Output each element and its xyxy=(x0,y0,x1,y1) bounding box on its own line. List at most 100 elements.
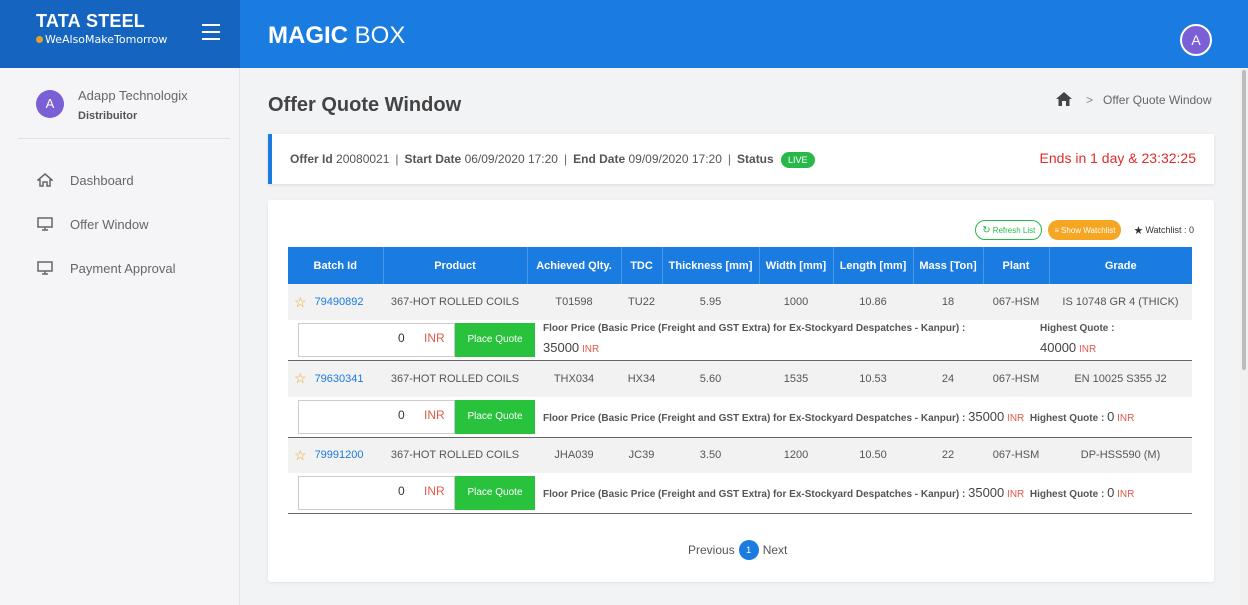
sidebar-item-payment-approval[interactable]: Payment Approval xyxy=(36,256,176,280)
thickness-cell: 3.50 xyxy=(662,437,759,473)
sidebar: A Adapp Technologix Distribuitor Dashboa… xyxy=(0,68,240,605)
top-bar: TATA STEEL WeAlsoMakeTomorrow MAGIC BOX … xyxy=(0,0,1248,68)
chevron-right-icon: > xyxy=(1086,93,1094,107)
offer-info-bar: Offer Id 20080021 | Start Date 06/09/2020 … xyxy=(268,134,1214,184)
batch-id-link[interactable]: 79991200 xyxy=(315,449,364,461)
home-icon xyxy=(36,171,54,189)
highest-quote-label: Highest Quote : xyxy=(1040,323,1115,334)
place-quote-button[interactable]: Place Quote xyxy=(455,323,535,357)
product-cell: 367-HOT ROLLED COILS xyxy=(383,360,527,397)
sidebar-item-label: Payment Approval xyxy=(70,260,176,276)
width-cell: 1535 xyxy=(759,360,833,397)
offer-id: 20080021 xyxy=(336,152,390,167)
product-cell: 367-HOT ROLLED COILS xyxy=(383,284,527,320)
refresh-icon: ↻ xyxy=(982,224,991,236)
table-row: ☆ 79991200 367-HOT ROLLED COILS JHA039 JC… xyxy=(288,437,1192,473)
grade-cell: EN 10025 S355 J2 xyxy=(1049,360,1192,397)
batch-id-link[interactable]: 79490892 xyxy=(315,296,364,308)
currency-label: INR xyxy=(424,331,445,345)
floor-price-line: Floor Price (Basic Price (Freight and GS… xyxy=(543,485,1135,500)
profile-avatar[interactable]: A xyxy=(1180,24,1212,56)
length-cell: 10.50 xyxy=(833,437,913,473)
monitor-icon xyxy=(36,259,54,277)
highest-quote-value: 40000 INR xyxy=(1040,340,1097,355)
column-header: Mass [Ton] xyxy=(913,247,984,284)
star-outline-icon[interactable]: ☆ xyxy=(294,370,307,387)
column-header: Width [mm] xyxy=(759,247,834,284)
page-number-button[interactable]: 1 xyxy=(738,540,759,560)
app-title: MAGIC BOX xyxy=(268,22,406,49)
place-quote-button[interactable]: Place Quote xyxy=(455,399,535,434)
quote-amount-value: 0 xyxy=(398,484,405,498)
breadcrumb-current: Offer Quote Window xyxy=(1103,93,1212,107)
qlty-cell: THX034 xyxy=(527,360,621,397)
quote-row: 0 INR Place Quote Floor Price (Basic Pri… xyxy=(288,320,1192,361)
length-cell: 10.53 xyxy=(833,360,913,397)
user-avatar: A xyxy=(36,90,64,118)
table-header-row: Batch Id Product Achieved Qlty. TDC Thic… xyxy=(288,247,1192,284)
sidebar-item-dashboard[interactable]: Dashboard xyxy=(36,168,134,192)
column-header: Plant xyxy=(983,247,1050,284)
sidebar-item-offer-window[interactable]: Offer Window xyxy=(36,212,149,236)
mass-cell: 18 xyxy=(913,284,983,320)
tdc-cell: HX34 xyxy=(621,360,662,397)
tdc-cell: TU22 xyxy=(621,284,662,320)
end-date: 09/09/2020 17:20 xyxy=(628,152,722,167)
currency-label: INR xyxy=(424,484,445,498)
sidebar-item-label: Offer Window xyxy=(70,216,149,232)
scrollbar-thumb[interactable] xyxy=(1242,70,1246,370)
countdown-timer: Ends in 1 day & 23:32:25 xyxy=(1039,150,1196,166)
length-cell: 10.86 xyxy=(833,284,913,320)
width-cell: 1200 xyxy=(759,437,833,473)
floor-price-line: Floor Price (Basic Price (Freight and GS… xyxy=(543,408,1135,424)
refresh-list-button[interactable]: ↻ Refresh List xyxy=(975,220,1043,240)
user-role: Distribuitor xyxy=(78,110,138,122)
sidebar-divider xyxy=(18,138,230,139)
column-header: Batch Id xyxy=(288,247,384,284)
status-badge: LIVE xyxy=(781,152,815,168)
show-watchlist-button[interactable]: ≡ Show Watchlist xyxy=(1048,220,1122,240)
list-actions: ↻ Refresh List ≡ Show Watchlist ★ Watchlist… xyxy=(975,220,1194,240)
thickness-cell: 5.60 xyxy=(662,360,759,397)
quote-row: 0 INR Place Quote Floor Price (Basic Pri… xyxy=(288,396,1192,438)
column-header: Achieved Qlty. xyxy=(527,247,622,284)
place-quote-button[interactable]: Place Quote xyxy=(455,476,535,510)
batch-id-link[interactable]: 79630341 xyxy=(315,373,364,385)
page-title: Offer Quote Window xyxy=(268,94,462,116)
star-outline-icon[interactable]: ☆ xyxy=(294,447,307,464)
qlty-cell: JHA039 xyxy=(527,437,621,473)
offer-details: Offer Id 20080021 | Start Date 06/09/2020 … xyxy=(290,152,815,168)
brand-logo: TATA STEEL xyxy=(36,11,145,31)
list-icon: ≡ xyxy=(1054,225,1060,235)
thickness-cell: 5.95 xyxy=(662,284,759,320)
column-header: TDC xyxy=(621,247,663,284)
monitor-icon xyxy=(36,215,54,233)
watchlist-count: ★ Watchlist : 0 xyxy=(1133,224,1194,237)
tagline-dot-icon xyxy=(36,36,43,43)
brand-tagline: WeAlsoMakeTomorrow xyxy=(36,33,167,46)
mass-cell: 22 xyxy=(913,437,983,473)
home-icon[interactable] xyxy=(1056,92,1072,108)
sidebar-item-label: Dashboard xyxy=(70,172,134,188)
batch-table: Batch Id Product Achieved Qlty. TDC Thic… xyxy=(288,247,1192,514)
batch-card: ↻ Refresh List ≡ Show Watchlist ★ Watchlist… xyxy=(268,200,1214,582)
grade-cell: IS 10748 GR 4 (THICK) xyxy=(1049,284,1192,320)
grade-cell: DP-HSS590 (M) xyxy=(1049,437,1192,473)
star-icon: ★ xyxy=(1133,224,1144,237)
column-header: Grade xyxy=(1049,247,1192,284)
tdc-cell: JC39 xyxy=(621,437,662,473)
plant-cell: 067-HSM xyxy=(983,437,1049,473)
width-cell: 1000 xyxy=(759,284,833,320)
menu-toggle-icon[interactable] xyxy=(202,24,220,40)
start-date: 06/09/2020 17:20 xyxy=(464,152,558,167)
pagination: Previous 1 Next xyxy=(688,540,787,560)
plant-cell: 067-HSM xyxy=(983,360,1049,397)
previous-page-link[interactable]: Previous xyxy=(688,543,735,557)
star-outline-icon[interactable]: ☆ xyxy=(294,294,307,311)
breadcrumb: > Offer Quote Window xyxy=(1056,92,1212,108)
table-row: ☆ 79490892 367-HOT ROLLED COILS T01598 TU… xyxy=(288,284,1192,320)
next-page-link[interactable]: Next xyxy=(763,543,788,557)
column-header: Length [mm] xyxy=(833,247,914,284)
qlty-cell: T01598 xyxy=(527,284,621,320)
plant-cell: 067-HSM xyxy=(983,284,1049,320)
